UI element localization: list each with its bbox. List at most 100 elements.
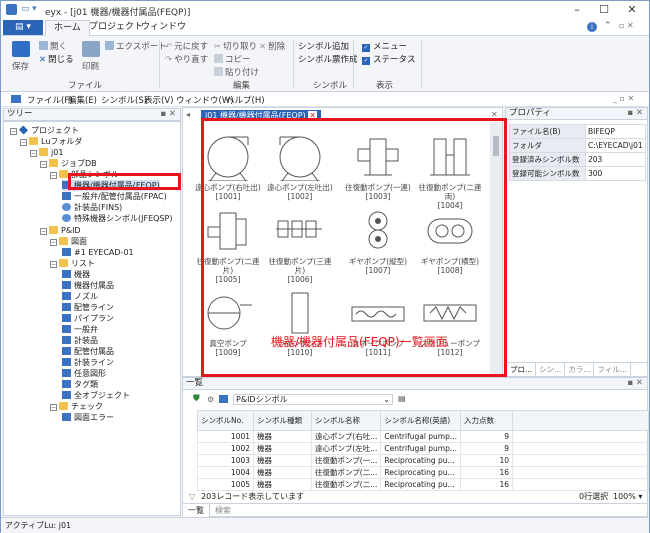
menu-file[interactable]: ファイル(F) — [27, 94, 73, 106]
property-row: 登録済みシンボル数 203 — [509, 152, 646, 167]
properties-tab[interactable]: カラ... — [565, 363, 595, 376]
property-value[interactable]: BIFEQP — [585, 124, 646, 139]
tree-node-label: ノズル — [74, 292, 98, 301]
column-header[interactable]: シンボル名称(英語) — [380, 410, 462, 431]
column-header[interactable]: シンボル種類 — [253, 410, 312, 431]
file-menu-button[interactable]: ▤ ▾ — [3, 20, 43, 35]
tree-node[interactable]: − j01 — [30, 147, 63, 158]
tree-node-label: プロジェクト — [31, 126, 79, 135]
copy-button[interactable]: コピー — [214, 53, 251, 65]
tab-scroll-left-icon[interactable]: ◂ — [186, 110, 190, 119]
table-row[interactable]: 1003 機器 往復動ポンプ(一... Reciprocating pu... 10 — [197, 454, 649, 467]
symbol-type-select[interactable]: P&IDシンボル ⌄ — [233, 394, 393, 405]
delete-button[interactable]: ✕ 削除 — [259, 40, 285, 52]
ribbon-collapse-icon[interactable]: ⌃ — [604, 21, 612, 31]
app-menu-icon[interactable] — [11, 95, 21, 103]
close-icon[interactable]: ✕ — [621, 3, 643, 16]
tree-node[interactable]: 特殊機器シンボル(JFEQSP) — [62, 213, 172, 224]
zoom-control[interactable]: 100% ▾ — [613, 491, 642, 503]
menu-edit[interactable]: 編集(E) — [68, 94, 97, 106]
tree-node[interactable]: − Luフォルダ — [20, 136, 82, 147]
settings-icon[interactable]: ⚙ — [207, 395, 214, 404]
properties-tab[interactable]: フィル... — [594, 363, 631, 376]
table-row[interactable]: 1004 機器 往復動ポンプ(二... Reciprocating pu... 16 — [197, 466, 649, 479]
menubar-window-controls[interactable]: _ ▫ ✕ — [613, 94, 634, 103]
tree-node[interactable]: − ジョブDB — [40, 158, 97, 169]
tree-node[interactable]: 計装品(FINS) — [62, 202, 122, 213]
create-symbol-sheet-button[interactable]: シンボル票作成 — [298, 53, 358, 65]
property-value[interactable]: 300 — [585, 166, 646, 181]
column-header[interactable]: シンボル名称 — [310, 410, 382, 431]
tab-window[interactable]: ウィンドウ — [133, 20, 194, 36]
tree-node[interactable]: 配管ライン — [62, 302, 114, 313]
list-tab[interactable]: 一覧 — [183, 504, 210, 517]
tree-node[interactable]: 機器 — [62, 269, 90, 280]
panel-pin-close-icon[interactable]: ▪ ✕ — [627, 378, 643, 389]
minimize-icon[interactable]: – — [566, 3, 588, 16]
collapse-toggle-icon[interactable]: − — [20, 139, 27, 146]
print-button[interactable]: 印刷 — [82, 60, 99, 72]
panel-pin-close-icon[interactable]: ▪ ✕ — [160, 109, 176, 120]
menu-window[interactable]: ウィンドウ(W) — [176, 94, 234, 106]
maximize-icon[interactable]: ☐ — [593, 3, 615, 16]
tree-node[interactable]: パイプラン — [62, 313, 114, 324]
quick-access-menu-icon[interactable]: ▾ — [32, 4, 37, 14]
table-row[interactable]: 1001 機器 遠心ポンプ(右吐... Centrifugal pump... 9 — [197, 430, 649, 443]
tree-node[interactable]: ノズル — [62, 291, 98, 302]
add-symbol-button[interactable]: シンボル追加 — [298, 40, 349, 52]
panel-pin-close-icon[interactable]: ▪ ✕ — [627, 108, 643, 119]
tree-node[interactable]: 計装品 — [62, 335, 98, 346]
property-value[interactable]: 203 — [585, 152, 646, 167]
tree-node[interactable]: 図面エラー — [62, 412, 114, 423]
tree-node[interactable]: − リスト — [50, 258, 95, 269]
open-button[interactable]: 開く — [39, 40, 67, 52]
collapse-toggle-icon[interactable]: − — [10, 128, 17, 135]
collapse-toggle-icon[interactable]: − — [40, 161, 47, 168]
column-header[interactable]: シンボルNo. — [197, 410, 254, 431]
table-row[interactable]: 1005 機器 往復動ポンプ(二... Reciprocating pu... 16 — [197, 478, 649, 491]
tree-node[interactable]: − チェック — [50, 401, 103, 412]
close-doc-button[interactable]: ✕ 閉じる — [39, 53, 74, 65]
tree-node[interactable]: 全オブジェクト — [62, 390, 130, 401]
export-button[interactable]: エクスポート — [105, 40, 167, 52]
help-icon[interactable]: i — [587, 22, 597, 32]
menu-symbol[interactable]: シンボル(S) — [101, 94, 147, 106]
collapse-toggle-icon[interactable]: − — [50, 172, 57, 179]
tree-node[interactable]: 配管付属品 — [62, 346, 114, 357]
collapse-toggle-icon[interactable]: − — [50, 239, 57, 246]
tree-node[interactable]: #1 EYECAD-01 — [62, 247, 134, 258]
collapse-toggle-icon[interactable]: − — [50, 404, 57, 411]
properties-tab[interactable]: プロ... — [507, 363, 537, 376]
tree-node[interactable]: − P&ID — [40, 225, 81, 236]
folder-icon — [39, 148, 48, 156]
property-value[interactable]: C:\EYECAD\j01 — [585, 138, 646, 153]
redo-button[interactable]: ↷ やり直す — [165, 53, 208, 65]
tree-node[interactable]: − プロジェクト — [10, 125, 79, 136]
status-toggle[interactable]: ✓ ステータス — [362, 53, 416, 65]
properties-tab[interactable]: シン... — [536, 363, 566, 376]
table-row[interactable]: 1002 機器 遠心ポンプ(左吐... Centrifugal pump... 9 — [197, 442, 649, 455]
menu-view[interactable]: 表示(V) — [144, 94, 173, 106]
tree-node[interactable]: 一般弁/配管付属品(FPAC) — [62, 191, 167, 202]
cut-button[interactable]: ✂ 切り取り — [214, 40, 257, 52]
collapse-toggle-icon[interactable]: − — [30, 150, 37, 157]
export-list-icon[interactable]: ▤ — [398, 394, 406, 403]
list-tab[interactable]: 検索 — [210, 504, 236, 517]
tree-node[interactable]: − 図面 — [50, 236, 87, 247]
paste-button[interactable]: 貼り付け — [214, 66, 259, 78]
undo-button[interactable]: ↶ 元に戻す — [165, 40, 208, 52]
collapse-toggle-icon[interactable]: − — [50, 261, 57, 268]
tree-node[interactable]: 任意図形 — [62, 368, 106, 379]
tree-node[interactable]: 計装ライン — [62, 357, 114, 368]
column-header[interactable]: 入力点数 — [460, 410, 514, 431]
menu-help[interactable]: ヘルプ(H) — [226, 94, 265, 106]
collapse-toggle-icon[interactable]: − — [40, 228, 47, 235]
save-button[interactable]: 保存 — [12, 60, 29, 72]
mdi-restore-icon[interactable]: ▫ ✕ — [619, 21, 634, 30]
filter-icon[interactable]: ⛊ — [193, 394, 200, 404]
tree-node[interactable]: 機器付属品 — [62, 280, 114, 291]
tree-node[interactable]: タグ類 — [62, 379, 98, 390]
tree-node[interactable]: 一般弁 — [62, 324, 98, 335]
quick-access-print-icon[interactable]: ▭ — [21, 4, 30, 14]
menu-toggle[interactable]: ✓ メニュー — [362, 40, 407, 52]
